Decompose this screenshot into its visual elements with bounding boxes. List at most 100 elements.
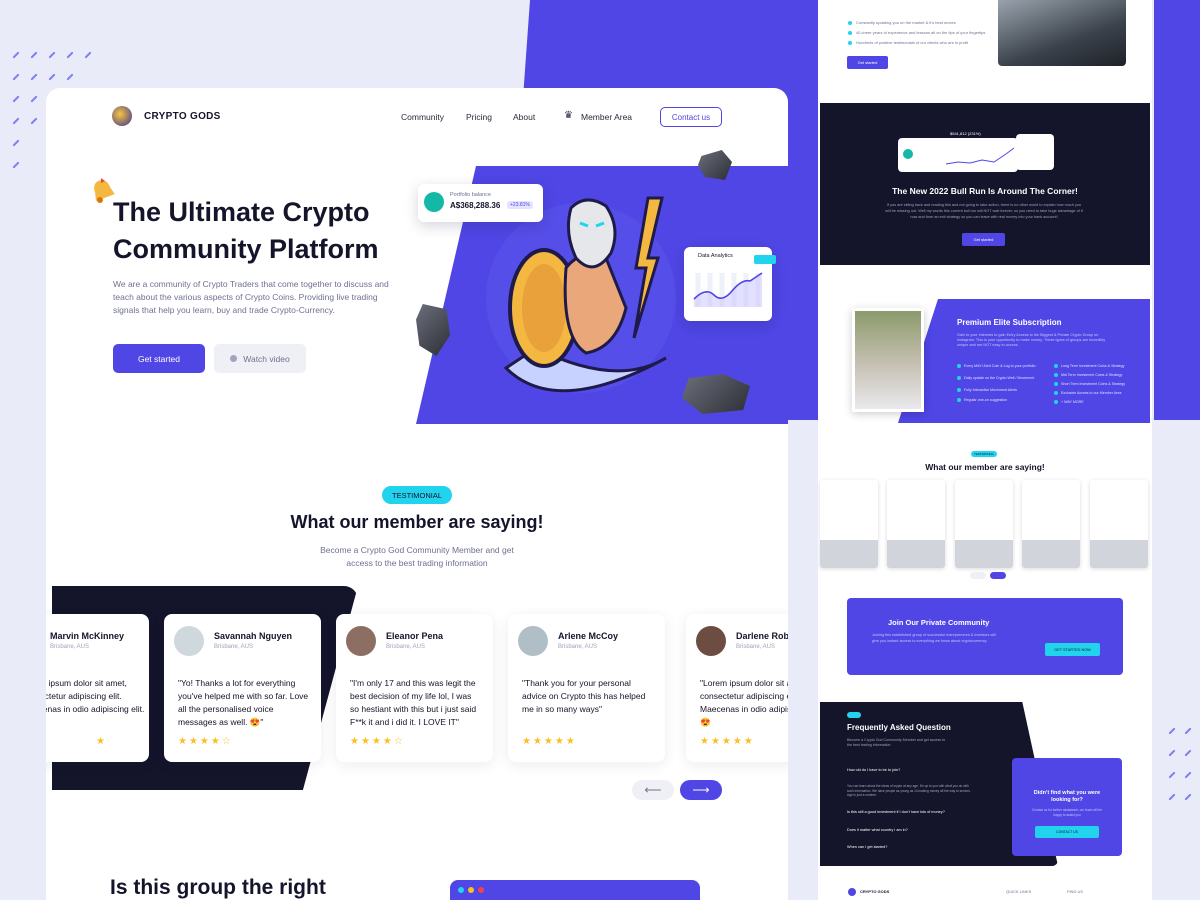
star-rating: ★★★★★ <box>522 736 577 747</box>
analytics-title: Data Analytics <box>698 253 733 259</box>
premium-check-item: Every MAY! Alert Coin & Log to your port… <box>957 364 1035 368</box>
star-rating: ★★★★☆ <box>178 736 233 747</box>
chart-icon <box>424 192 444 212</box>
keyboard <box>887 540 945 568</box>
top-nav: CRYPTO GODS Community Pricing About ♛ Me… <box>46 106 788 130</box>
crypto-gods-logo-icon[interactable] <box>112 106 132 126</box>
premium-description: Gain to your interests to gain Entry Acc… <box>957 333 1106 347</box>
bull-run-title: The New 2022 Bull Run Is Around The Corn… <box>892 186 1078 196</box>
testimonial-card: Savannah Nguyen Brisbane, AUS "Yo! Thank… <box>164 614 321 762</box>
full-page-preview: Constantly updating you on the market & … <box>818 0 1152 900</box>
keyboard <box>820 540 878 568</box>
preview-testimonials-title: What our member are saying! <box>925 462 1045 472</box>
testimonial-quote: Lorem ipsum dolor sit amet, consectetur … <box>46 678 145 714</box>
keyboard <box>955 540 1013 568</box>
get-started-button[interactable]: Get started <box>113 344 205 373</box>
faq-question[interactable]: When can I get started? <box>847 845 987 849</box>
nav-link-community[interactable]: Community <box>401 112 444 122</box>
testimonials-description: Become a Crypto God Community Member and… <box>320 545 514 568</box>
browser-mockup <box>450 880 700 900</box>
carousel-prev-button[interactable]: ⟵ <box>632 780 674 800</box>
faq-question[interactable]: Is this still a good investment if I don… <box>847 810 987 814</box>
preview-get-started-button[interactable]: Get started <box>847 56 888 69</box>
testimonial-card: Darlene Robertson Brisbane, AUS "Lorem i… <box>686 614 788 762</box>
join-get-started-button[interactable]: GET STARTED NOW <box>1045 643 1100 656</box>
keyboard <box>1090 540 1148 568</box>
testimonial-quote: "I'm only 17 and this was legit the best… <box>350 678 477 727</box>
star-rating: ★★★★☆ <box>350 736 405 747</box>
bull-run-get-started-button[interactable]: Get started <box>962 233 1005 246</box>
avatar <box>174 626 204 656</box>
testimonial-card: Eleanor Pena Brisbane, AUS "I'm only 17 … <box>336 614 493 762</box>
chat-screenshot <box>955 480 1013 568</box>
window-dot <box>478 887 484 893</box>
nav-link-member-area[interactable]: Member Area <box>581 112 632 122</box>
nav-link-about[interactable]: About <box>513 112 535 122</box>
testimonials-title: What our member are saying! <box>290 512 544 532</box>
data-analytics-card: Data Analytics <box>684 247 776 321</box>
brand-name[interactable]: CRYPTO GODS <box>144 111 221 122</box>
premium-photo <box>852 308 924 412</box>
carousel-next-button[interactable]: ⟶ <box>680 780 722 800</box>
chat-screenshot <box>1022 480 1080 568</box>
testimonial-quote: "Lorem ipsum dolor sit amet, consectetur… <box>700 678 788 727</box>
faq-question[interactable]: How old do I have to be to join? <box>847 768 987 772</box>
next-section-title: Is this group the right <box>110 876 326 899</box>
faq-description: Become a Crypto God Community Member and… <box>847 738 946 747</box>
landing-page: CRYPTO GODS Community Pricing About ♛ Me… <box>46 88 788 900</box>
stats-card <box>1016 134 1054 170</box>
chat-screenshot <box>1090 480 1148 568</box>
portfolio-change-badge: +23.81% <box>507 201 533 209</box>
faq-question[interactable]: Does it matter what country I am in? <box>847 828 987 832</box>
faq-contact-button[interactable]: CONTACT US <box>1035 826 1099 838</box>
play-icon <box>230 355 238 362</box>
feature-check-item: 40 cheer years of experience and lessons… <box>848 30 985 35</box>
avatar <box>696 626 726 656</box>
premium-check-item: Mid Term Investment Coins & Strategy <box>1054 373 1122 377</box>
nav-link-pricing[interactable]: Pricing <box>466 112 492 122</box>
footer-logo-icon <box>848 888 856 896</box>
bull-run-stat: $541,812 (231%) <box>950 131 981 136</box>
premium-check-item: Exclusive Access to our Member Area <box>1054 391 1121 395</box>
window-dot <box>468 887 474 893</box>
feature-check-item: Constantly updating you on the market & … <box>848 20 956 25</box>
testimonial-location: Brisbane, AUS <box>386 644 426 650</box>
star-rating: ★ <box>96 736 107 747</box>
hero-title: The Ultimate Crypto Community Platform <box>113 197 379 264</box>
faq-title: Frequently Asked Question <box>847 723 951 732</box>
testimonial-name: Savannah Nguyen <box>214 631 293 641</box>
premium-check-item: Daily update on the Crypto Well / Moveme… <box>957 376 1034 380</box>
premium-title: Premium Elite Subscription <box>957 318 1062 327</box>
contact-us-button[interactable]: Contact us <box>660 107 722 127</box>
faq-card-title: Didn't find what you were looking for? <box>1033 790 1101 803</box>
faq-contact-card <box>1012 758 1122 856</box>
preview-carousel-arrows[interactable] <box>970 572 1006 579</box>
crown-icon: ♛ <box>564 110 573 121</box>
feature-check-item: Hundreds of positive testimonials of our… <box>848 40 968 45</box>
testimonial-location: Brisbane, AUS <box>214 644 254 650</box>
watch-video-label: Watch video <box>243 353 290 364</box>
faq-card-description: Contact us for further assistance, our t… <box>1032 808 1102 817</box>
portfolio-value: A$368,288.36 <box>450 201 501 210</box>
join-description: Joining this established group of succes… <box>872 633 996 643</box>
testimonial-card: Arlene McCoy Brisbane, AUS "Thank you fo… <box>508 614 665 762</box>
chat-screenshot <box>820 480 878 568</box>
analytics-tag <box>754 255 776 264</box>
testimonial-location: Brisbane, AUS <box>736 644 776 650</box>
premium-check-item: Fully Interactive Movement Alerts <box>957 388 1017 392</box>
bull-run-description: If you are sitting back and reading this… <box>885 203 1083 219</box>
hero-description: We are a community of Crypto Traders tha… <box>113 279 389 315</box>
faq-answer: You can learn about the ideas of crypto … <box>847 784 971 797</box>
footer-brand: CRYPTO GODS <box>860 889 890 894</box>
stats-line-chart <box>903 147 1015 165</box>
chat-screenshot <box>887 480 945 568</box>
testimonial-card: Marvin McKinney Brisbane, AUS Lorem ipsu… <box>46 614 149 762</box>
testimonial-name: Marvin McKinney <box>50 631 125 641</box>
star-rating: ★★★★★ <box>700 736 755 747</box>
watch-video-button[interactable]: Watch video <box>214 344 306 373</box>
keyboard <box>1022 540 1080 568</box>
testimonial-name: Eleanor Pena <box>386 631 444 641</box>
testimonial-name: Darlene Robertson <box>736 631 788 641</box>
testimonial-quote: "Thank you for your personal advice on C… <box>522 678 646 714</box>
portfolio-balance-card: Portfolio balance A$368,288.36 +23.81% <box>418 184 543 222</box>
